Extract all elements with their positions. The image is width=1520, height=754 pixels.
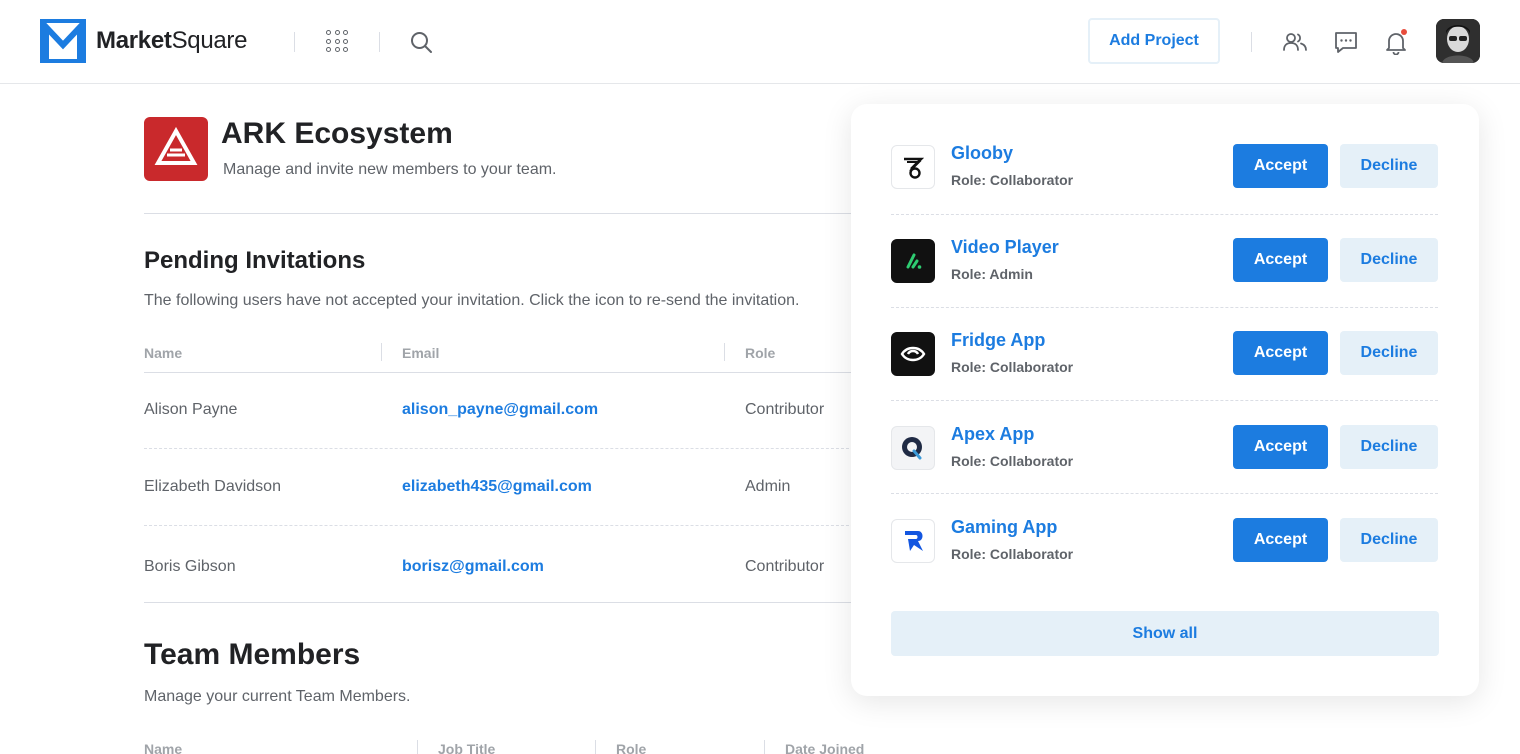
add-project-button[interactable]: Add Project [1088,18,1220,64]
video-player-logo-icon [891,239,935,283]
column-header-role[interactable]: Role [745,345,775,361]
invitation-project-name-link[interactable]: Glooby [951,143,1013,164]
marketsquare-logo-icon[interactable] [40,19,86,63]
invitation-project-name-link[interactable]: Apex App [951,424,1034,445]
team-members-description: Manage your current Team Members. [144,688,411,705]
brand-name-bold: Market [96,27,172,54]
column-header-date-joined[interactable]: Date Joined [785,741,864,754]
organization-logo-icon [144,117,208,181]
organization-title: ARK Ecosystem [221,117,453,150]
users-icon[interactable] [1282,29,1308,55]
invitation-project-name-link[interactable]: Gaming App [951,517,1057,538]
cell-name: Boris Gibson [144,558,236,575]
column-divider [764,740,765,754]
column-header-role[interactable]: Role [616,741,646,754]
apex-app-logo-icon [891,426,935,470]
item-divider [891,307,1438,308]
divider [294,32,295,52]
divider [144,213,864,214]
search-icon[interactable] [409,30,433,54]
row-divider [144,448,864,449]
accept-button[interactable]: Accept [1233,144,1328,188]
cell-name: Elizabeth Davidson [144,478,281,495]
column-divider [724,343,725,361]
brand-name[interactable]: MarketSquare [96,27,247,55]
invitation-item: Apex App Role: Collaborator Accept Decli… [891,424,1439,516]
column-divider [381,343,382,361]
invitations-dropdown: Glooby Role: Collaborator Accept Decline… [851,104,1479,696]
row-divider [144,525,864,526]
table-header-divider [144,372,864,373]
divider [379,32,380,52]
accept-button[interactable]: Accept [1233,238,1328,282]
cell-name: Alison Payne [144,401,238,418]
item-divider [891,400,1438,401]
team-members-title: Team Members [144,638,361,671]
invitation-item: Fridge App Role: Collaborator Accept Dec… [891,330,1439,422]
invitation-role: Role: Collaborator [951,453,1074,469]
item-divider [891,493,1438,494]
invitation-project-name-link[interactable]: Video Player [951,237,1059,258]
cell-role: Admin [745,478,791,495]
decline-button[interactable]: Decline [1340,238,1438,282]
apps-grid-icon[interactable] [326,30,348,52]
item-divider [891,214,1438,215]
brand-name-regular: Square [171,27,248,54]
column-header-name[interactable]: Name [144,741,182,754]
decline-button[interactable]: Decline [1340,144,1438,188]
cell-role: Contributor [745,558,825,575]
column-header-name[interactable]: Name [144,345,182,361]
glooby-logo-icon [891,145,935,189]
invitation-item: Video Player Role: Admin Accept Decline [891,237,1439,329]
divider [144,602,864,603]
decline-button[interactable]: Decline [1340,331,1438,375]
invitation-role: Role: Collaborator [951,172,1074,188]
organization-subtitle: Manage and invite new members to your te… [223,161,557,178]
notification-dot [1401,29,1407,35]
invitation-project-name-link[interactable]: Fridge App [951,330,1045,351]
column-header-job-title[interactable]: Job Title [438,741,495,754]
invitation-role: Role: Collaborator [951,359,1074,375]
invitation-role: Role: Admin [951,266,1033,282]
invitation-item: Gaming App Role: Collaborator Accept Dec… [891,517,1439,609]
accept-button[interactable]: Accept [1233,331,1328,375]
decline-button[interactable]: Decline [1340,518,1438,562]
pending-invitations-title: Pending Invitations [144,247,366,274]
fridge-app-logo-icon [891,332,935,376]
pending-invitations-description: The following users have not accepted yo… [144,292,800,309]
decline-button[interactable]: Decline [1340,425,1438,469]
cell-role: Contributor [745,401,825,418]
invitation-item: Glooby Role: Collaborator Accept Decline [891,143,1439,235]
divider [1251,32,1252,52]
accept-button[interactable]: Accept [1233,518,1328,562]
chat-icon[interactable] [1333,29,1359,55]
show-all-button[interactable]: Show all [891,611,1439,656]
gaming-app-logo-icon [891,519,935,563]
invitation-role: Role: Collaborator [951,546,1074,562]
avatar[interactable] [1436,19,1480,63]
column-divider [417,740,418,754]
top-navbar: MarketSquare Add Project [0,0,1520,84]
column-header-email[interactable]: Email [402,345,439,361]
accept-button[interactable]: Accept [1233,425,1328,469]
cell-email-link[interactable]: alison_payne@gmail.com [402,401,598,419]
column-divider [595,740,596,754]
cell-email-link[interactable]: borisz@gmail.com [402,558,544,576]
cell-email-link[interactable]: elizabeth435@gmail.com [402,478,592,496]
